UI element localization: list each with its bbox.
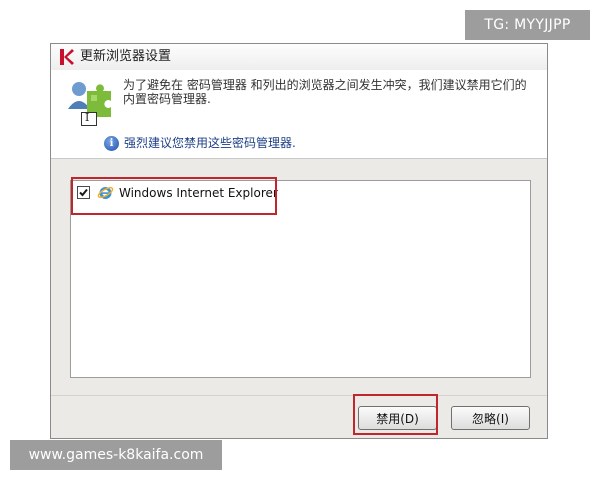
ignore-button[interactable]: 忽略(I) xyxy=(451,406,530,430)
screenshot-page: TG: MYYJJPP 更新浏览器设置 I 为了避免在 密码管理器 和列出的浏览… xyxy=(0,0,600,480)
internet-explorer-icon xyxy=(97,187,114,199)
checkmark-icon xyxy=(79,188,88,197)
kaspersky-k-icon xyxy=(60,49,74,65)
ie-checkbox[interactable] xyxy=(77,186,90,199)
watermark-bottom-left: www.games-k8kaifa.com xyxy=(10,440,222,470)
text-cursor-box: I xyxy=(81,111,97,126)
title-bar[interactable]: 更新浏览器设置 xyxy=(51,44,547,71)
info-icon: i xyxy=(104,136,119,151)
browser-list[interactable]: Windows Internet Explorer xyxy=(70,180,531,378)
watermark-top-right: TG: MYYJJPP xyxy=(465,10,590,40)
info-text: 强烈建议您禁用这些密码管理器. xyxy=(124,136,296,150)
cursor-glyph: I xyxy=(85,111,90,124)
update-browser-settings-dialog: 更新浏览器设置 I 为了避免在 密码管理器 和列出的浏览器之间发生冲突，我们建议… xyxy=(50,43,548,439)
description-text: 为了避免在 密码管理器 和列出的浏览器之间发生冲突，我们建议禁用它们的内置密码管… xyxy=(123,78,527,106)
footer-divider xyxy=(51,395,547,396)
ie-label: Windows Internet Explorer xyxy=(119,186,278,200)
dialog-header: I 为了避免在 密码管理器 和列出的浏览器之间发生冲突，我们建议禁用它们的内置密… xyxy=(51,70,547,159)
disable-button[interactable]: 禁用(D) xyxy=(358,406,437,430)
dialog-title: 更新浏览器设置 xyxy=(80,49,172,64)
